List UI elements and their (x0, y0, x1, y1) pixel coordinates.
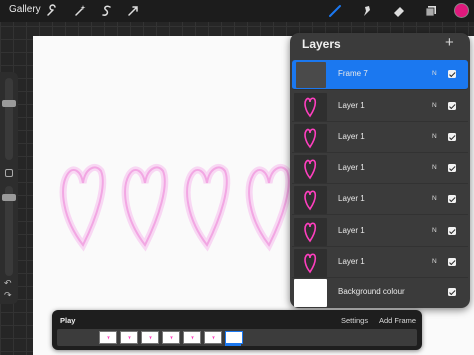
visibility-checkbox[interactable] (448, 164, 456, 172)
layer-name: Layer 1 (338, 132, 365, 141)
visibility-checkbox[interactable] (448, 102, 456, 110)
background-layer-row[interactable]: Background colour (292, 278, 468, 308)
frame-thumbnail[interactable] (183, 331, 201, 344)
opacity-slider[interactable] (2, 186, 16, 276)
layer-row[interactable]: Layer 1 N (292, 123, 468, 153)
layer-row[interactable]: Frame 7 N (292, 60, 468, 90)
layer-thumbnail (294, 249, 327, 277)
brush-size-thumb[interactable] (2, 100, 16, 107)
layer-name: Background colour (338, 287, 405, 296)
current-frame-indicator (225, 344, 241, 346)
smudge-icon[interactable] (360, 4, 374, 18)
heart-drawing-1 (59, 164, 107, 252)
blend-mode[interactable]: N (432, 227, 437, 234)
left-sidebar: ↶ ↷ (0, 72, 18, 304)
modify-button[interactable] (5, 169, 13, 177)
layer-row[interactable]: Layer 1 N (292, 248, 468, 278)
blend-mode[interactable]: N (432, 70, 437, 77)
layers-title: Layers (302, 37, 341, 51)
layer-name: Layer 1 (338, 257, 365, 266)
frame-thumbnail[interactable] (204, 331, 222, 344)
blend-mode[interactable]: N (432, 258, 437, 265)
layer-thumbnail (294, 93, 327, 121)
heart-icon (304, 190, 317, 211)
layer-name: Layer 1 (338, 194, 365, 203)
layer-thumbnail (294, 218, 327, 246)
visibility-checkbox[interactable] (448, 288, 456, 296)
layer-thumbnail (294, 186, 327, 214)
frame-thumbnail[interactable] (162, 331, 180, 344)
visibility-checkbox[interactable] (448, 227, 456, 235)
color-swatch[interactable] (454, 3, 469, 18)
settings-button[interactable]: Settings (341, 316, 368, 325)
heart-drawing-4 (245, 164, 293, 252)
animation-assist-bar: Play Settings Add Frame (52, 310, 422, 350)
layer-thumbnail (294, 124, 327, 152)
layer-name: Frame 7 (338, 69, 368, 78)
heart-icon (304, 159, 317, 180)
layers-panel: Layers + Frame 7 N Layer 1 N Layer 1 N L… (290, 33, 470, 308)
layer-row[interactable]: Layer 1 N (292, 217, 468, 247)
heart-icon (304, 222, 317, 243)
gallery-button[interactable]: Gallery (9, 4, 41, 15)
layer-thumbnail (296, 62, 326, 88)
current-frame-thumbnail[interactable] (225, 331, 243, 344)
layer-name: Layer 1 (338, 101, 365, 110)
frame-thumbnail[interactable] (99, 331, 117, 344)
play-button[interactable]: Play (60, 316, 75, 325)
layer-row[interactable]: Layer 1 N (292, 185, 468, 215)
redo-icon[interactable]: ↷ (4, 290, 12, 301)
magic-wand-icon[interactable] (73, 4, 87, 18)
heart-icon (304, 128, 317, 149)
blend-mode[interactable]: N (432, 195, 437, 202)
visibility-checkbox[interactable] (448, 258, 456, 266)
layer-thumbnail (294, 155, 327, 183)
heart-drawing-3 (183, 164, 231, 252)
frame-thumbnail[interactable] (141, 331, 159, 344)
background-swatch[interactable] (294, 279, 327, 307)
brush-icon[interactable] (328, 4, 342, 18)
visibility-checkbox[interactable] (448, 195, 456, 203)
layer-name: Layer 1 (338, 226, 365, 235)
layers-icon[interactable] (424, 4, 438, 18)
heart-icon (304, 253, 317, 274)
blend-mode[interactable]: N (432, 133, 437, 140)
layer-name: Layer 1 (338, 163, 365, 172)
opacity-thumb[interactable] (2, 194, 16, 201)
frame-thumbnail[interactable] (120, 331, 138, 344)
selection-icon[interactable] (100, 4, 114, 18)
transform-icon[interactable] (126, 4, 140, 18)
top-toolbar: Gallery (0, 0, 474, 22)
blend-mode[interactable]: N (432, 102, 437, 109)
heart-icon (304, 97, 317, 118)
eraser-icon[interactable] (392, 4, 406, 18)
layer-row[interactable]: Layer 1 N (292, 92, 468, 122)
add-layer-button[interactable]: + (445, 34, 454, 51)
blend-mode[interactable]: N (432, 164, 437, 171)
heart-drawing-2 (121, 164, 169, 252)
visibility-checkbox[interactable] (448, 70, 456, 78)
add-frame-button[interactable]: Add Frame (379, 316, 416, 325)
wrench-icon[interactable] (45, 4, 59, 18)
undo-icon[interactable]: ↶ (4, 278, 12, 289)
brush-size-slider[interactable] (2, 78, 16, 160)
visibility-checkbox[interactable] (448, 133, 456, 141)
layer-row[interactable]: Layer 1 N (292, 154, 468, 184)
